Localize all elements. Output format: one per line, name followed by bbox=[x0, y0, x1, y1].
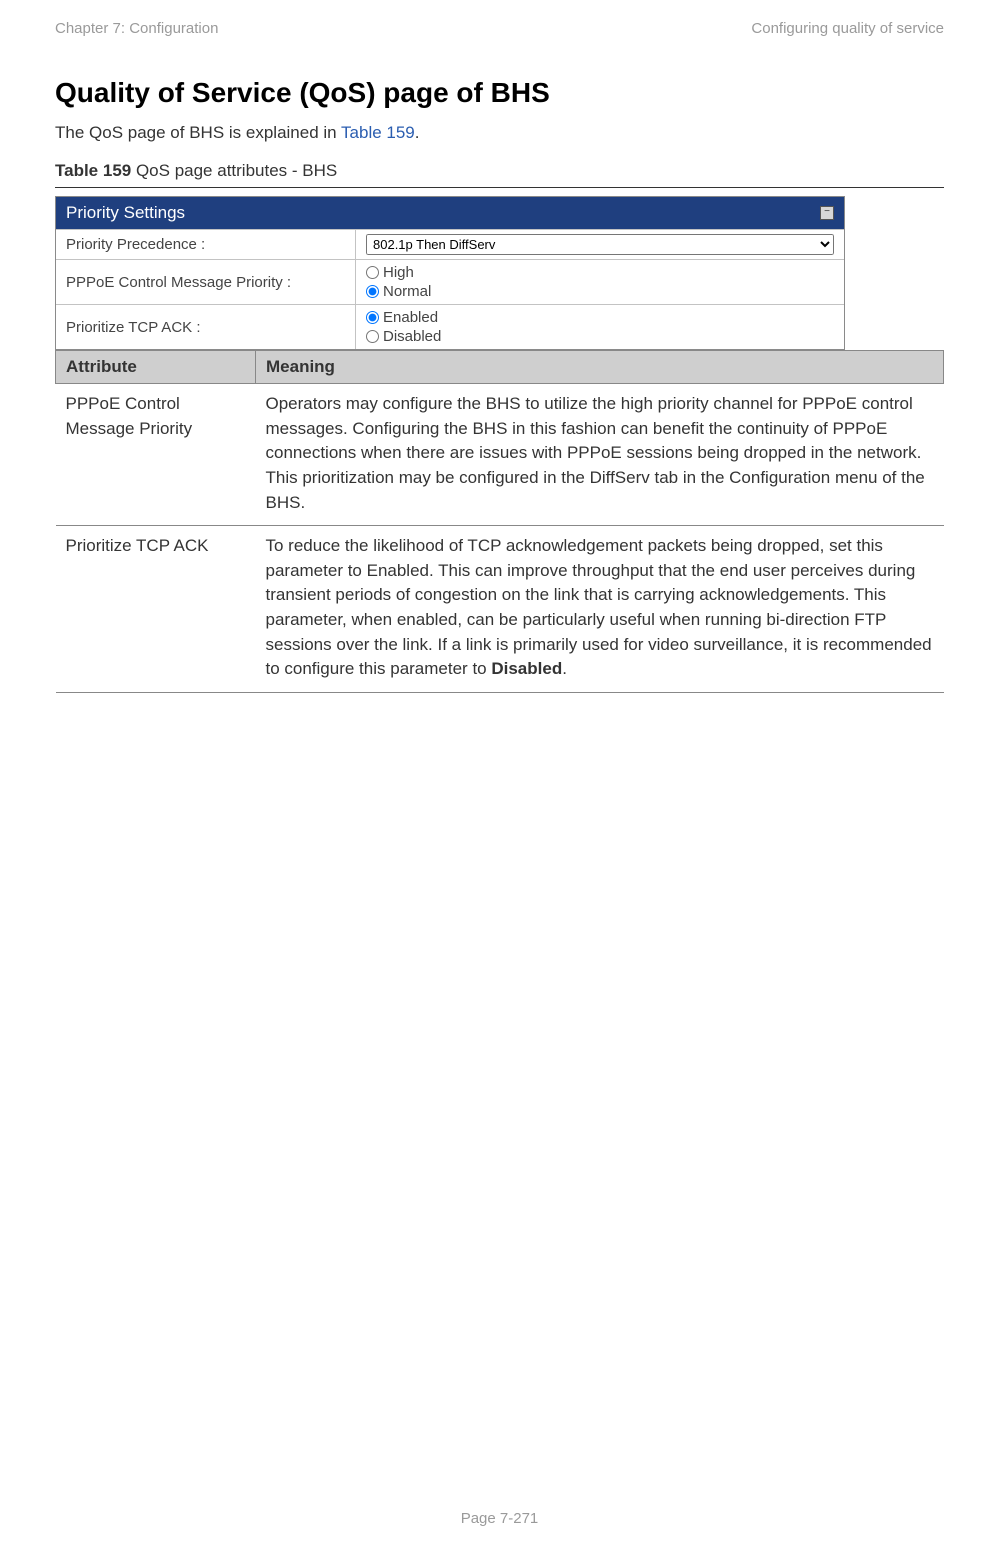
pppoe-normal-option[interactable]: Normal bbox=[366, 283, 834, 300]
pppoe-priority-row: PPPoE Control Message Priority : High No… bbox=[56, 259, 844, 304]
figure-container: Priority Settings − Priority Precedence … bbox=[55, 187, 944, 693]
tcp-ack-disabled-label: Disabled bbox=[383, 328, 441, 345]
tcp-ack-enabled-option[interactable]: Enabled bbox=[366, 309, 834, 326]
section-heading: Quality of Service (QoS) page of BHS bbox=[55, 77, 944, 109]
page-footer: Page 7-271 bbox=[0, 1510, 999, 1527]
attribute-table: Attribute Meaning PPPoE Control Message … bbox=[55, 350, 944, 693]
pppoe-priority-control: High Normal bbox=[356, 260, 844, 304]
tcp-ack-enabled-label: Enabled bbox=[383, 309, 438, 326]
table-ref-link[interactable]: Table 159 bbox=[341, 123, 415, 142]
priority-precedence-label: Priority Precedence : bbox=[56, 230, 356, 259]
page-header: Chapter 7: Configuration Configuring qua… bbox=[55, 20, 944, 37]
tcp-ack-disabled-radio[interactable] bbox=[366, 330, 379, 343]
pppoe-normal-label: Normal bbox=[383, 283, 431, 300]
table-row: PPPoE Control Message Priority Operators… bbox=[56, 384, 944, 526]
intro-pre: The QoS page of BHS is explained in bbox=[55, 123, 341, 142]
collapse-icon[interactable]: − bbox=[820, 206, 834, 220]
col-meaning-header: Meaning bbox=[256, 351, 944, 384]
tcp-ack-disabled-option[interactable]: Disabled bbox=[366, 328, 834, 345]
meaning-post: . bbox=[562, 659, 567, 678]
priority-settings-panel: Priority Settings − Priority Precedence … bbox=[55, 196, 845, 350]
meaning-cell: Operators may configure the BHS to utili… bbox=[256, 384, 944, 526]
col-attribute-header: Attribute bbox=[56, 351, 256, 384]
priority-precedence-select[interactable]: 802.1p Then DiffServ bbox=[366, 234, 834, 255]
attribute-table-header-row: Attribute Meaning bbox=[56, 351, 944, 384]
table-caption-rest: QoS page attributes - BHS bbox=[131, 161, 337, 180]
panel-title: Priority Settings bbox=[66, 203, 185, 223]
tcp-ack-control: Enabled Disabled bbox=[356, 305, 844, 349]
meaning-cell: To reduce the likelihood of TCP acknowle… bbox=[256, 526, 944, 693]
intro-paragraph: The QoS page of BHS is explained in Tabl… bbox=[55, 123, 944, 143]
pppoe-high-option[interactable]: High bbox=[366, 264, 834, 281]
tcp-ack-row: Prioritize TCP ACK : Enabled Disabled bbox=[56, 304, 844, 349]
tcp-ack-enabled-radio[interactable] bbox=[366, 311, 379, 324]
attr-cell: PPPoE Control Message Priority bbox=[56, 384, 256, 526]
table-caption: Table 159 QoS page attributes - BHS bbox=[55, 161, 944, 181]
meaning-bold: Disabled bbox=[491, 659, 562, 678]
pppoe-priority-label: PPPoE Control Message Priority : bbox=[56, 260, 356, 304]
header-chapter: Chapter 7: Configuration bbox=[55, 20, 218, 37]
priority-precedence-row: Priority Precedence : 802.1p Then DiffSe… bbox=[56, 229, 844, 259]
table-row: Prioritize TCP ACK To reduce the likelih… bbox=[56, 526, 944, 693]
header-section: Configuring quality of service bbox=[751, 20, 944, 37]
pppoe-normal-radio[interactable] bbox=[366, 285, 379, 298]
intro-post: . bbox=[415, 123, 420, 142]
tcp-ack-label: Prioritize TCP ACK : bbox=[56, 305, 356, 349]
pppoe-high-label: High bbox=[383, 264, 414, 281]
pppoe-high-radio[interactable] bbox=[366, 266, 379, 279]
priority-precedence-control: 802.1p Then DiffServ bbox=[356, 230, 844, 259]
meaning-pre: To reduce the likelihood of TCP acknowle… bbox=[266, 536, 932, 678]
attr-cell: Prioritize TCP ACK bbox=[56, 526, 256, 693]
table-caption-number: Table 159 bbox=[55, 161, 131, 180]
panel-header: Priority Settings − bbox=[56, 197, 844, 229]
